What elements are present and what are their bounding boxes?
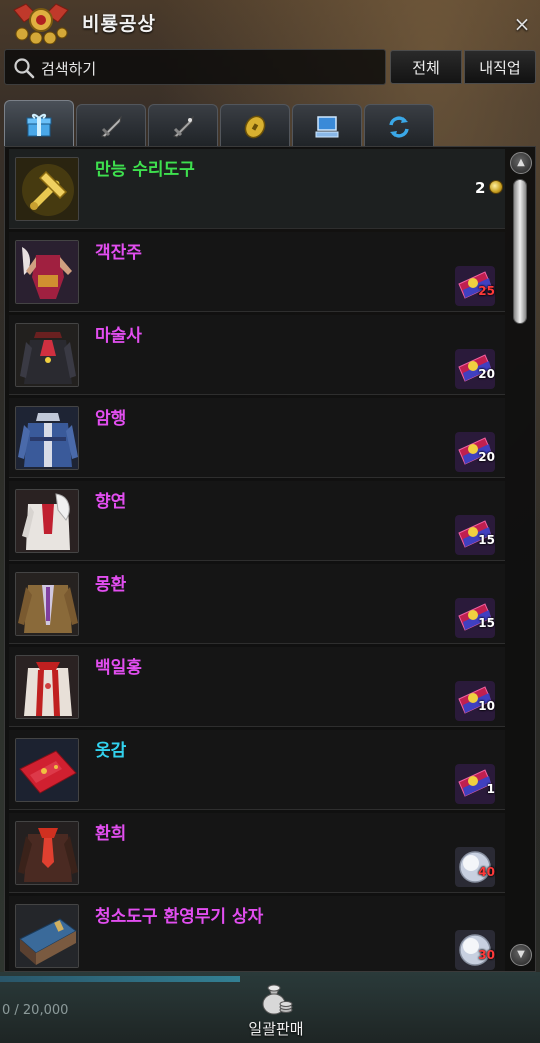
item-price: 40 (478, 865, 495, 879)
coin-icon (244, 115, 266, 138)
item-price: 25 (478, 284, 495, 298)
item-price: 15 (478, 616, 495, 630)
fabric-thumbnail (15, 738, 79, 802)
item-price: 2 (475, 179, 486, 197)
window-title: 비룡공상 (82, 13, 156, 35)
scroll-up-button[interactable]: ▲ (510, 152, 532, 174)
item-name: 옷감 (95, 741, 127, 761)
shop-emblem-icon (13, 3, 69, 44)
gift-icon (26, 113, 52, 136)
costume-thumbnail (15, 572, 79, 636)
item-price: 20 (478, 450, 495, 464)
close-icon[interactable]: × (512, 14, 532, 34)
item-price: 1 (486, 782, 495, 796)
list-item[interactable]: 암행 20 (9, 398, 505, 478)
list-item[interactable]: 몽환 15 (9, 564, 505, 644)
repair-tool-thumbnail (15, 157, 79, 221)
costume-thumbnail (15, 489, 79, 553)
tab-computer[interactable] (292, 104, 362, 148)
search-icon (14, 58, 35, 79)
window-header: 비룡공상 × (0, 0, 540, 46)
computer-icon (315, 115, 339, 137)
list-item[interactable]: 향연 15 (9, 481, 505, 561)
item-name: 객잔주 (95, 243, 142, 263)
list-item[interactable]: 청소도구 환영무기 상자 30 (9, 896, 505, 971)
item-price: 30 (478, 948, 495, 962)
bulk-sell-button[interactable]: 일괄판매 (236, 978, 316, 1042)
money-bag-icon (262, 984, 293, 1015)
item-name: 향연 (95, 492, 127, 512)
item-name: 환희 (95, 824, 127, 844)
item-name: 만능 수리도구 (95, 160, 195, 180)
tab-weapon-1[interactable] (76, 104, 146, 148)
item-name: 암행 (95, 409, 127, 429)
list-item[interactable]: 객잔주 25 (9, 232, 505, 312)
item-name: 몽환 (95, 575, 127, 595)
sword-icon (101, 114, 122, 138)
capacity-text: 0 / 20,000 (2, 1003, 69, 1018)
capacity-bar (0, 976, 240, 982)
scroll-down-button[interactable]: ▼ (510, 944, 532, 966)
item-name: 청소도구 환영무기 상자 (95, 907, 264, 927)
list-item[interactable]: 마술사 20 (9, 315, 505, 395)
tab-gift[interactable] (4, 100, 74, 148)
category-tabs (0, 100, 540, 148)
list-item[interactable]: 옷감 1 (9, 730, 505, 810)
item-price: 10 (478, 699, 495, 713)
weapon-box-thumbnail (15, 904, 79, 968)
search-input[interactable]: 검색하기 (4, 49, 386, 85)
filter-my-job-button[interactable]: 내직업 (464, 50, 536, 84)
costume-thumbnail (15, 406, 79, 470)
item-price: 20 (478, 367, 495, 381)
costume-thumbnail (15, 240, 79, 304)
bulk-sell-label: 일괄판매 (248, 1020, 304, 1038)
list-item[interactable]: 만능 수리도구 2 (9, 149, 505, 229)
scrollbar-thumb[interactable] (513, 179, 527, 324)
search-placeholder: 검색하기 (41, 60, 97, 78)
item-list-panel: 만능 수리도구 2 객잔주 25 마술사 20 암행 20 향연 15 몽환 1… (4, 146, 536, 972)
costume-thumbnail (15, 821, 79, 885)
refresh-icon (389, 115, 409, 138)
sword-icon (173, 114, 194, 138)
tab-weapon-2[interactable] (148, 104, 218, 148)
tab-coin[interactable] (220, 104, 290, 148)
costume-thumbnail (15, 323, 79, 387)
item-name: 마술사 (95, 326, 142, 346)
item-name: 백일홍 (95, 658, 142, 678)
filter-all-button[interactable]: 전체 (390, 50, 462, 84)
item-price: 15 (478, 533, 495, 547)
item-list: 만능 수리도구 2 객잔주 25 마술사 20 암행 20 향연 15 몽환 1… (9, 149, 505, 971)
tab-exchange[interactable] (364, 104, 434, 148)
list-item[interactable]: 백일홍 10 (9, 647, 505, 727)
list-item[interactable]: 환희 40 (9, 813, 505, 893)
costume-thumbnail (15, 655, 79, 719)
gold-coin-icon (489, 180, 503, 194)
